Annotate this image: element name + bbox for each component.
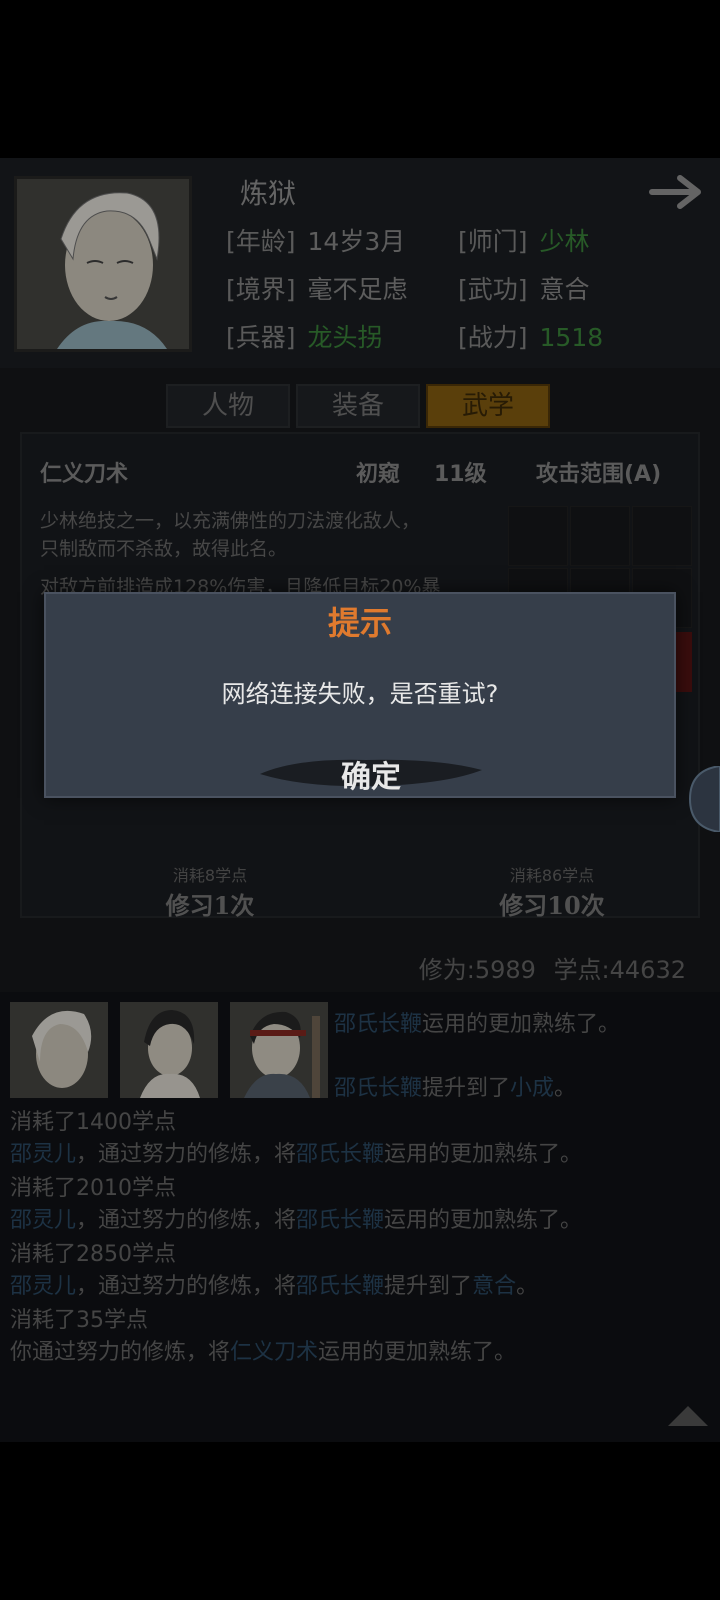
dialog-message: 网络连接失败，是否重试? <box>221 680 499 708</box>
side-tab-icon[interactable] <box>688 766 720 832</box>
confirm-button[interactable]: 确定 <box>256 752 486 796</box>
modal-overlay <box>0 0 720 1600</box>
dialog-title: 提示 <box>327 604 392 642</box>
